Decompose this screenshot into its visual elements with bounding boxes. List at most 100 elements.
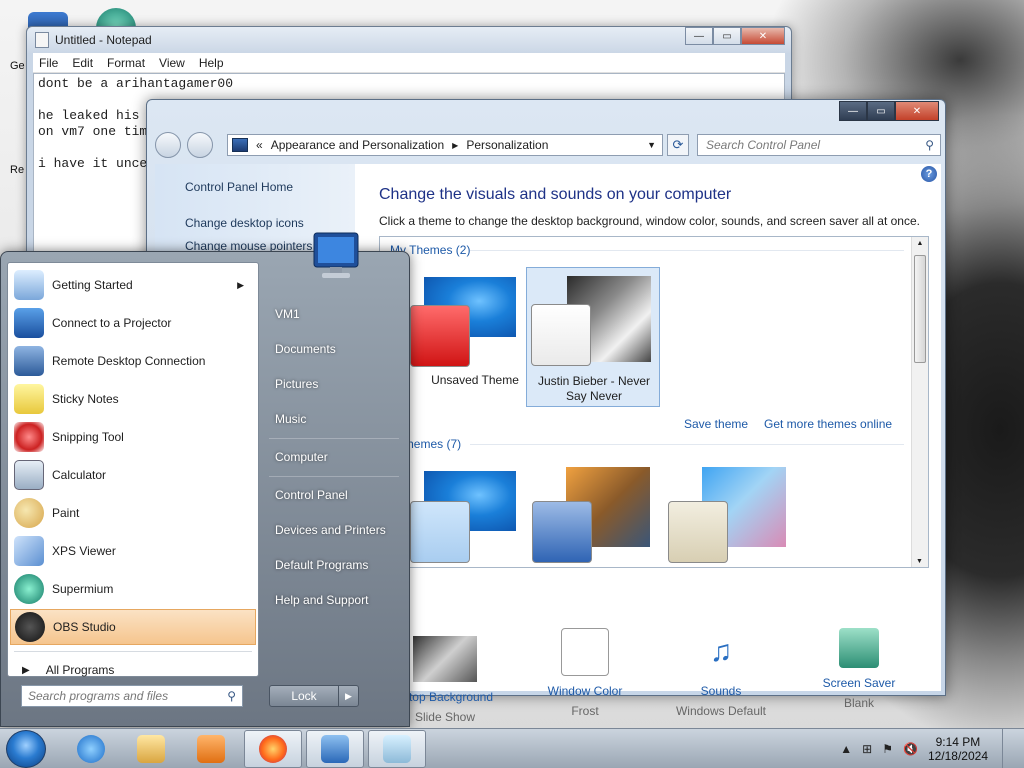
volume-muted-icon[interactable]: 🔇	[903, 742, 918, 756]
help-icon[interactable]: ?	[921, 166, 937, 182]
minimize-button[interactable]: —	[839, 101, 867, 121]
theme-label: Unsaved Theme	[431, 373, 519, 387]
theme-color-swatch	[532, 501, 592, 563]
setting-value: Windows Default	[675, 704, 767, 718]
notepad-icon	[383, 735, 411, 763]
menu-edit[interactable]: Edit	[72, 56, 93, 70]
desktop-background-icon	[413, 636, 477, 682]
place-help-support[interactable]: Help and Support	[275, 593, 368, 607]
clock-time: 9:14 PM	[935, 735, 981, 749]
theme-architecture[interactable]	[526, 461, 660, 565]
place-control-panel[interactable]: Control Panel	[275, 488, 348, 502]
sidebar-link-desktop-icons[interactable]: Change desktop icons	[185, 216, 304, 230]
theme-characters[interactable]	[662, 461, 796, 565]
menu-view[interactable]: View	[159, 56, 185, 70]
scroll-up-icon[interactable]: ▲	[912, 240, 928, 247]
page-title: Change the visuals and sounds on your co…	[379, 186, 732, 203]
themes-list[interactable]: My Themes (2) Unsaved Theme Justin Biebe…	[379, 236, 929, 568]
save-theme-link[interactable]: Save theme	[684, 417, 748, 431]
program-remote-desktop[interactable]: Remote Desktop Connection	[10, 343, 256, 379]
close-button[interactable]: ✕	[895, 101, 939, 121]
divider	[269, 476, 399, 477]
sounds-icon: ♫	[709, 635, 733, 668]
scroll-down-icon[interactable]: ▼	[916, 558, 923, 565]
explorer-icon	[137, 735, 165, 763]
sticky-notes-icon	[14, 384, 44, 414]
place-pictures[interactable]: Pictures	[275, 377, 318, 391]
sounds-setting[interactable]: ♫ Sounds Windows Default	[651, 635, 791, 718]
program-label: OBS Studio	[53, 620, 116, 634]
program-label: Sticky Notes	[52, 392, 119, 406]
text-line: dont be a arihantagamer00	[38, 76, 234, 91]
scroll-thumb[interactable]	[914, 255, 926, 363]
show-desktop-button[interactable]	[1002, 729, 1014, 768]
all-programs-button[interactable]: ▶ All Programs	[22, 663, 114, 677]
place-computer[interactable]: Computer	[275, 450, 328, 464]
sidebar-link-control-panel-home[interactable]: Control Panel Home	[185, 180, 293, 194]
back-button[interactable]	[155, 132, 181, 158]
action-center-flag-icon[interactable]: ⚑	[882, 742, 893, 756]
menu-help[interactable]: Help	[199, 56, 224, 70]
lock-button[interactable]: Lock ▶	[269, 685, 359, 707]
notepad-menubar: File Edit Format View Help	[33, 53, 785, 73]
theme-windows-7[interactable]	[408, 461, 542, 565]
program-getting-started[interactable]: Getting Started ▶	[10, 267, 256, 303]
desktop-icon-label: Re	[10, 164, 25, 176]
maximize-button[interactable]: ▭	[713, 27, 741, 45]
taskbar-media-player[interactable]	[182, 730, 240, 768]
taskbar-control-panel[interactable]	[306, 730, 364, 768]
search-control-panel-input[interactable]: Search Control Panel ⚲	[697, 134, 941, 156]
minimize-button[interactable]: —	[685, 27, 713, 45]
themes-scrollbar[interactable]: ▲ ▼	[911, 237, 928, 567]
place-music[interactable]: Music	[275, 412, 306, 426]
taskbar-firefox[interactable]	[244, 730, 302, 768]
breadcrumb-personalization[interactable]: Personalization	[466, 138, 548, 152]
taskbar-notepad[interactable]	[368, 730, 426, 768]
menu-file[interactable]: File	[39, 56, 58, 70]
theme-unsaved[interactable]: Unsaved Theme	[408, 267, 542, 407]
address-bar[interactable]: « Appearance and Personalization ▶ Perso…	[227, 134, 663, 156]
place-devices-printers[interactable]: Devices and Printers	[275, 523, 386, 537]
program-sticky-notes[interactable]: Sticky Notes	[10, 381, 256, 417]
program-supermium[interactable]: Supermium	[10, 571, 256, 607]
program-paint[interactable]: Paint	[10, 495, 256, 531]
program-snipping-tool[interactable]: Snipping Tool	[10, 419, 256, 455]
place-user[interactable]: VM1	[275, 307, 300, 321]
network-icon[interactable]: ⊞	[862, 742, 872, 756]
breadcrumb-lead: «	[256, 138, 263, 152]
get-more-themes-link[interactable]: Get more themes online	[764, 417, 892, 431]
user-picture-monitor-icon	[306, 229, 364, 283]
theme-color-swatch	[531, 304, 591, 366]
address-dropdown-icon[interactable]: ▼	[647, 140, 656, 150]
start-menu[interactable]: Getting Started ▶ Connect to a Projector…	[0, 251, 410, 727]
taskbar-internet-explorer[interactable]	[62, 730, 120, 768]
notepad-titlebar[interactable]: Untitled - Notepad	[27, 27, 791, 53]
clock[interactable]: 9:14 PM 12/18/2024	[928, 735, 988, 763]
screen-saver-setting[interactable]: Screen Saver Blank	[789, 628, 929, 710]
program-obs-studio[interactable]: OBS Studio	[10, 609, 256, 645]
place-documents[interactable]: Documents	[275, 342, 336, 356]
menu-format[interactable]: Format	[107, 56, 145, 70]
lock-options-arrow-icon[interactable]: ▶	[338, 686, 358, 706]
window-color-icon	[561, 628, 609, 676]
breadcrumb-appearance[interactable]: Appearance and Personalization	[271, 138, 444, 152]
refresh-button[interactable]: ⟳	[667, 134, 689, 156]
notepad-icon	[35, 32, 49, 48]
start-button[interactable]	[6, 730, 46, 768]
main-content: ? Change the visuals and sounds on your …	[379, 164, 941, 724]
program-label: Connect to a Projector	[52, 316, 172, 330]
notepad-window-controls: — ▭ ✕	[685, 27, 785, 45]
close-button[interactable]: ✕	[741, 27, 785, 45]
program-calculator[interactable]: Calculator	[10, 457, 256, 493]
taskbar-explorer[interactable]	[122, 730, 180, 768]
start-search-input[interactable]: Search programs and files ⚲	[21, 685, 243, 707]
program-xps-viewer[interactable]: XPS Viewer	[10, 533, 256, 569]
forward-button[interactable]	[187, 132, 213, 158]
window-color-setting[interactable]: Window Color Frost	[515, 628, 655, 718]
show-hidden-icons-icon[interactable]: ▲	[840, 742, 852, 756]
breadcrumb-separator-icon: ▶	[452, 140, 459, 150]
theme-justin-bieber[interactable]: Justin Bieber - Never Say Never	[526, 267, 660, 407]
maximize-button[interactable]: ▭	[867, 101, 895, 121]
place-default-programs[interactable]: Default Programs	[275, 558, 368, 572]
program-connect-projector[interactable]: Connect to a Projector	[10, 305, 256, 341]
